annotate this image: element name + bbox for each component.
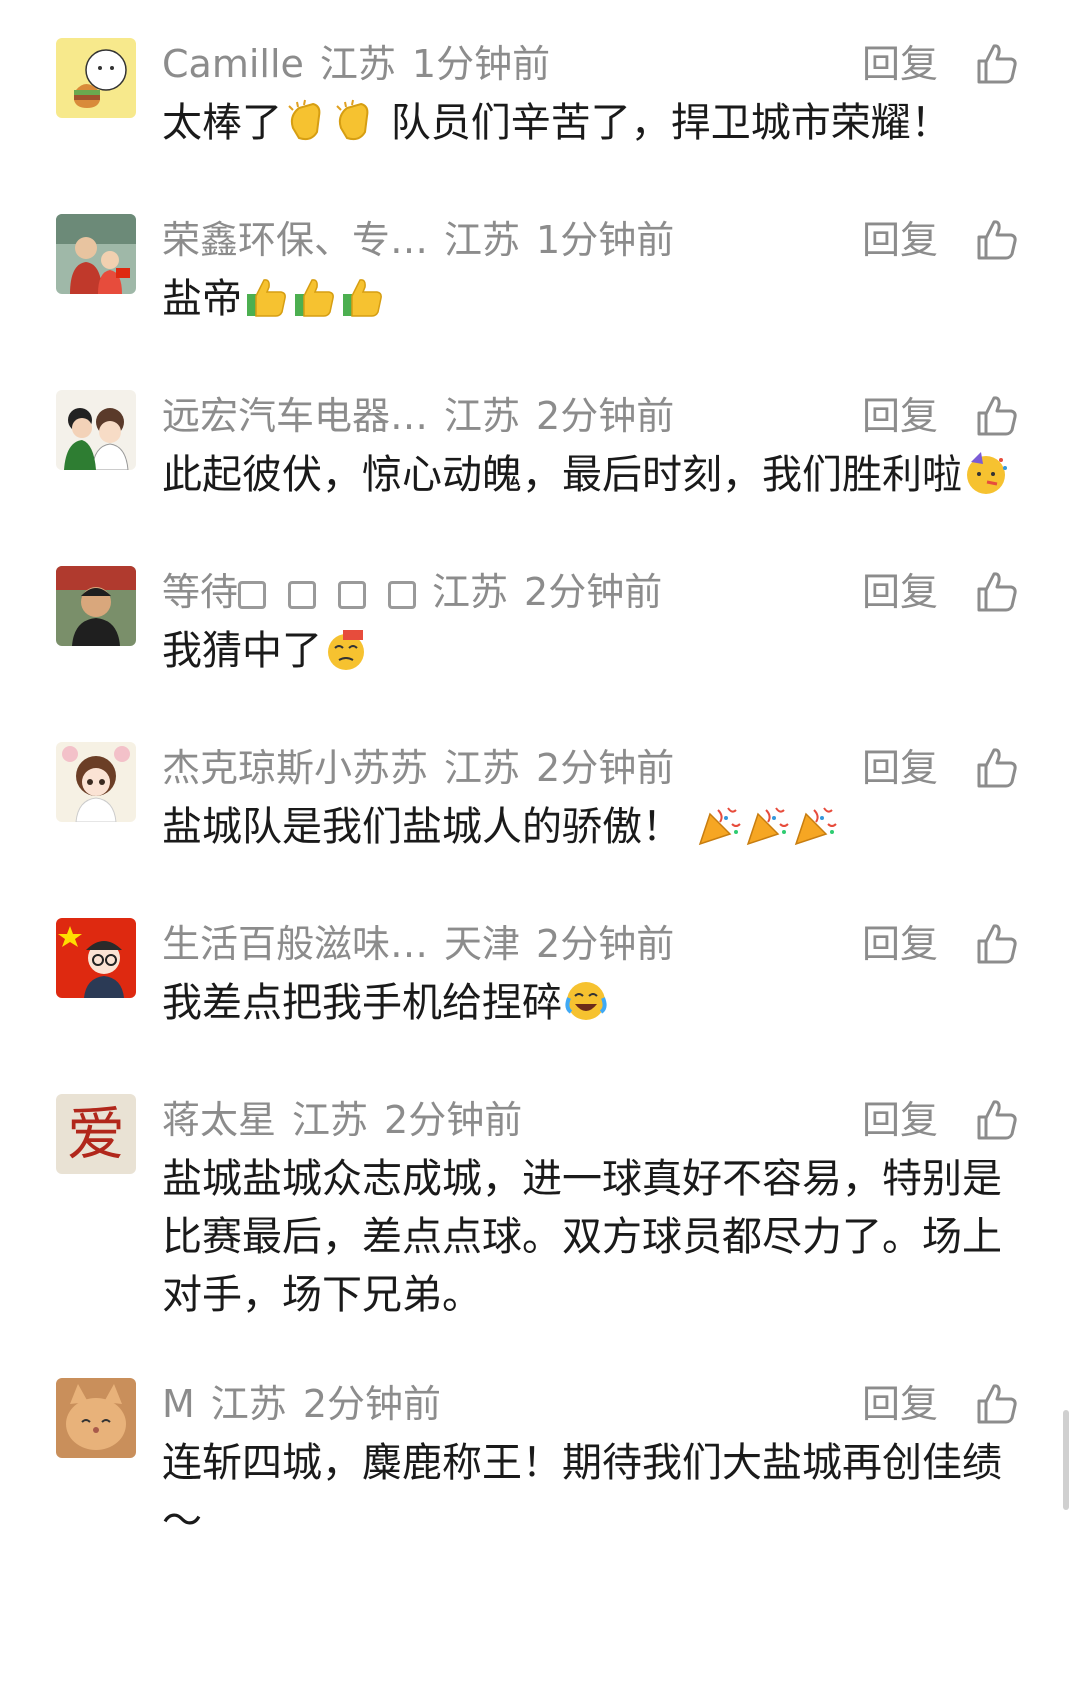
- box-glyph-icon: [338, 581, 367, 609]
- thumbs-up-icon: [247, 279, 286, 317]
- thumbs-up-outline-icon[interactable]: [975, 1382, 1019, 1426]
- commenter-name[interactable]: Camille: [162, 42, 304, 86]
- party-popper-icon: [746, 807, 789, 846]
- comment-time: 1分钟前: [536, 218, 675, 262]
- box-glyph-icon: [388, 581, 417, 609]
- 666-face-icon: [328, 630, 364, 670]
- commenter-name[interactable]: 远宏汽车电器…: [162, 394, 428, 438]
- avatar[interactable]: [56, 38, 136, 118]
- comment-meta: 远宏汽车电器… 江苏 2分钟前: [162, 390, 690, 442]
- thumbs-up-icon: [343, 279, 382, 317]
- reply-button[interactable]: 回复: [862, 918, 938, 970]
- comment-meta: 杰克琼斯小苏苏 江苏 2分钟前: [162, 742, 690, 794]
- comment-text: 我差点把我手机给捏碎: [162, 974, 1022, 1032]
- avatar[interactable]: [56, 390, 136, 470]
- comment-text: 我猜中了: [162, 622, 1022, 680]
- avatar[interactable]: [56, 566, 136, 646]
- thumbs-up-outline-icon[interactable]: [975, 570, 1019, 614]
- comment-meta: 等待 江苏 2分钟前: [162, 566, 678, 618]
- party-face-icon: [967, 452, 1007, 494]
- thumbs-up-icon: [295, 279, 334, 317]
- comment-time: 2分钟前: [536, 922, 675, 966]
- thumbs-up-outline-icon[interactable]: [975, 922, 1019, 966]
- reply-button[interactable]: 回复: [862, 38, 938, 90]
- thumbs-up-outline-icon[interactable]: [975, 394, 1019, 438]
- comment-text: 此起彼伏，惊心动魄，最后时刻，我们胜利啦: [162, 446, 1022, 504]
- commenter-region: 江苏: [210, 1382, 287, 1426]
- clap-icon: [336, 99, 369, 141]
- commenter-name[interactable]: 生活百般滋味…: [162, 922, 428, 966]
- commenter-region: 江苏: [292, 1098, 369, 1142]
- scrollbar-thumb[interactable]: [1063, 1410, 1069, 1510]
- avatar[interactable]: [56, 742, 136, 822]
- thumbs-up-outline-icon[interactable]: [975, 1098, 1019, 1142]
- commenter-region: 江苏: [444, 218, 521, 262]
- thumbs-up-outline-icon[interactable]: [975, 218, 1019, 262]
- box-glyph-icon: [238, 581, 267, 609]
- reply-button[interactable]: 回复: [862, 1378, 938, 1430]
- commenter-name[interactable]: M: [162, 1382, 195, 1426]
- comment-meta: Camille 江苏 1分钟前: [162, 38, 566, 90]
- comment-text: 连斩四城，麋鹿称王！期待我们大盐城再创佳绩～: [162, 1440, 1002, 1544]
- party-popper-icon: [698, 807, 741, 846]
- avatar[interactable]: [56, 1378, 136, 1458]
- comment-meta: 生活百般滋味… 天津 2分钟前: [162, 918, 690, 970]
- reply-button[interactable]: 回复: [862, 742, 938, 794]
- comment-time: 2分钟前: [536, 394, 675, 438]
- comment-time: 2分钟前: [302, 1382, 441, 1426]
- box-glyph-icon: [288, 581, 317, 609]
- commenter-name[interactable]: 杰克琼斯小苏苏: [162, 746, 428, 790]
- comment-text: 盐城盐城众志成城，进一球真好不容易，特别是比赛最后，差点点球。双方球员都尽力了。…: [162, 1156, 1002, 1318]
- laugh-cry-icon: [565, 982, 607, 1020]
- avatar[interactable]: [56, 918, 136, 998]
- commenter-region: 天津: [444, 922, 521, 966]
- thumbs-up-outline-icon[interactable]: [975, 42, 1019, 86]
- comment-time: 2分钟前: [536, 746, 675, 790]
- comment-text: 太棒了 队员们辛苦了，捍卫城市荣耀！: [162, 99, 951, 146]
- party-popper-icon: [794, 807, 837, 846]
- reply-button[interactable]: 回复: [862, 1094, 938, 1146]
- commenter-region: 江苏: [444, 394, 521, 438]
- svg-text:爱: 爱: [67, 1100, 125, 1168]
- reply-button[interactable]: 回复: [862, 214, 938, 266]
- comment-text: 盐城队是我们盐城人的骄傲！: [162, 798, 1022, 856]
- comment-meta: 荣鑫环保、专… 江苏 1分钟前: [162, 214, 690, 266]
- commenter-region: 江苏: [432, 570, 509, 614]
- thumbs-up-outline-icon[interactable]: [975, 746, 1019, 790]
- comment-time: 1分钟前: [411, 42, 551, 86]
- comment-time: 2分钟前: [384, 1098, 523, 1142]
- commenter-name[interactable]: 等待: [162, 570, 424, 614]
- avatar[interactable]: 爱: [56, 1094, 136, 1174]
- commenter-name[interactable]: 荣鑫环保、专…: [162, 218, 428, 262]
- comment-meta: 蒋太星 江苏 2分钟前: [162, 1094, 538, 1146]
- commenter-region: 江苏: [444, 746, 521, 790]
- clap-icon: [288, 99, 321, 141]
- commenter-name[interactable]: 蒋太星: [162, 1098, 276, 1142]
- avatar[interactable]: [56, 214, 136, 294]
- reply-button[interactable]: 回复: [862, 390, 938, 442]
- comment-text: 盐帝: [162, 270, 1022, 328]
- reply-button[interactable]: 回复: [862, 566, 938, 618]
- comment-meta: M 江苏 2分钟前: [162, 1378, 457, 1430]
- comment-time: 2分钟前: [524, 570, 663, 614]
- commenter-region: 江苏: [319, 42, 396, 86]
